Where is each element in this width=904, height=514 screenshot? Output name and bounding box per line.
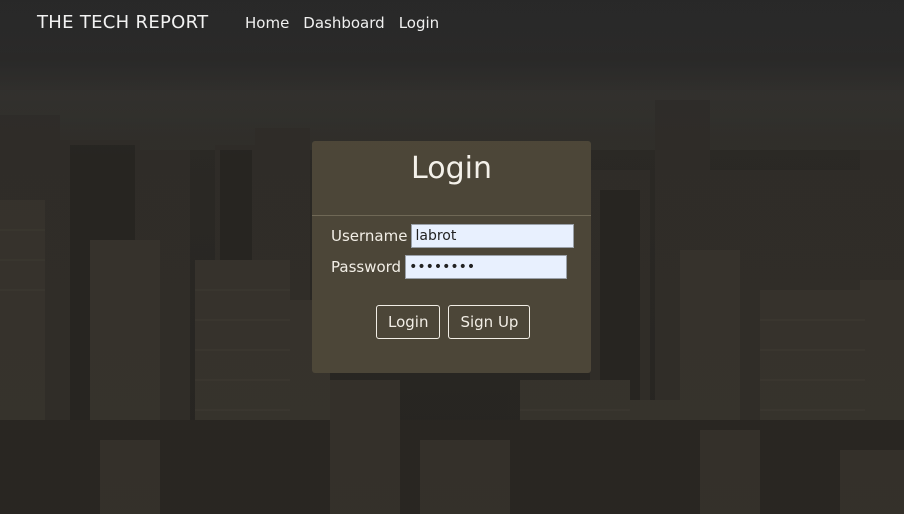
page: THE TECH REPORT Home Dashboard Login Log…: [0, 0, 904, 514]
nav-link-login[interactable]: Login: [399, 14, 439, 32]
navbar: THE TECH REPORT Home Dashboard Login: [0, 0, 904, 48]
username-label: Username: [331, 227, 408, 245]
card-divider: [312, 215, 591, 216]
password-label: Password: [331, 258, 402, 276]
login-card: Login Username Password Login Sign Up: [312, 141, 591, 373]
username-row: Username: [331, 224, 575, 248]
password-row: Password: [331, 255, 568, 279]
login-button[interactable]: Login: [376, 305, 441, 339]
nav-link-dashboard[interactable]: Dashboard: [303, 14, 384, 32]
nav-link-home[interactable]: Home: [245, 14, 289, 32]
password-input[interactable]: [405, 255, 568, 279]
username-input[interactable]: [411, 224, 575, 248]
sign-up-button[interactable]: Sign Up: [448, 305, 531, 339]
login-title: Login: [411, 151, 492, 186]
nav-links: Home Dashboard Login: [245, 14, 439, 32]
form-buttons: Login Sign Up: [376, 305, 531, 339]
brand-logo-text[interactable]: THE TECH REPORT: [37, 12, 208, 33]
